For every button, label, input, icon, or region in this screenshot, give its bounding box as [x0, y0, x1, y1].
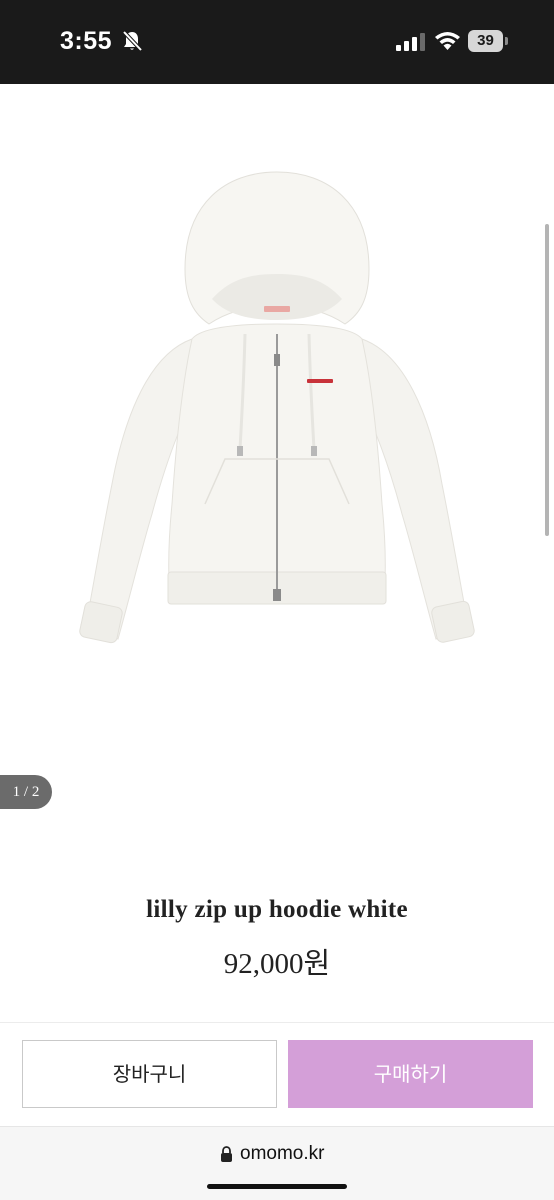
product-price: 92,000원: [223, 948, 331, 980]
battery-icon: 39: [468, 30, 508, 52]
battery-tip: [505, 37, 508, 45]
buy-now-button[interactable]: 구매하기: [288, 1040, 533, 1108]
hoodie-product-image: [79, 171, 475, 644]
add-to-cart-button[interactable]: 장바구니: [22, 1040, 277, 1108]
url-text[interactable]: omomo.kr: [240, 1143, 324, 1165]
signal-icon: [396, 33, 425, 51]
action-bar: 장바구니 구매하기: [0, 1022, 554, 1126]
wifi-icon: [435, 32, 460, 50]
bell-muted-icon: [122, 30, 143, 52]
home-indicator[interactable]: [207, 1184, 347, 1189]
battery-level: 39: [468, 30, 503, 52]
status-bar: 3:55 39: [0, 0, 554, 84]
status-time: 3:55: [60, 27, 113, 55]
browser-url-bar[interactable]: omomo.kr: [0, 1126, 554, 1200]
product-image-gallery[interactable]: [0, 84, 554, 844]
page-indicator: 1 / 2: [0, 775, 52, 809]
product-name: lilly zip up hoodie white: [146, 896, 408, 923]
scrollbar[interactable]: [545, 224, 549, 536]
lock-icon: [221, 1146, 232, 1162]
